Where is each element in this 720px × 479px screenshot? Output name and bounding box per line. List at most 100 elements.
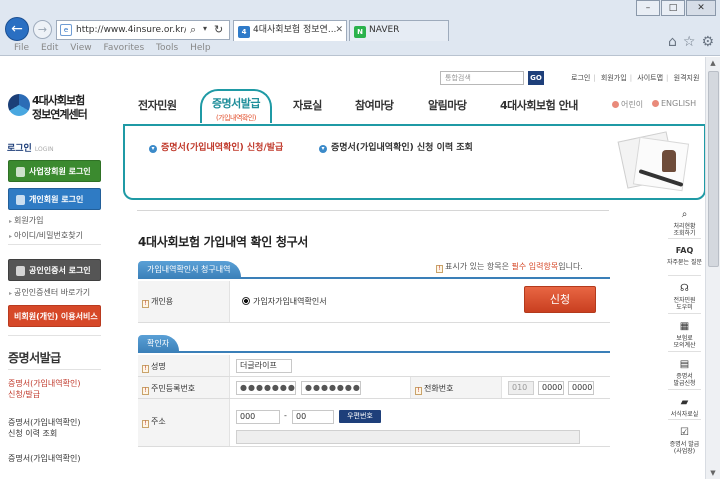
document-icon: ▤ — [679, 359, 690, 370]
address-row: ! 주소 000 - 00 — [138, 399, 610, 447]
phone-field-3[interactable]: 0000 — [568, 381, 594, 395]
tab-close-icon[interactable]: ✕ — [335, 21, 343, 40]
quick-helper[interactable]: ☊ 전자민원 도우미 — [664, 283, 705, 311]
refresh-icon[interactable]: ↻ — [214, 23, 223, 36]
address-bar[interactable]: e http://www.4insure.or.kr/ins4/ ⌕ ▾ ↻ — [56, 20, 230, 40]
section-claim-label: 가입내역확인서 청구내역 — [138, 261, 241, 279]
zip-field-1[interactable]: 000 — [236, 410, 280, 424]
calculator-icon: ▦ — [679, 321, 690, 332]
chevron-down-icon[interactable]: ▾ — [203, 24, 207, 33]
business-login-button[interactable]: 사업장회원 로그인 — [8, 160, 101, 182]
address-field[interactable] — [236, 430, 580, 444]
menu-favorites[interactable]: Favorites — [103, 41, 144, 55]
search-go-button[interactable]: GO — [528, 71, 544, 85]
name-field[interactable]: 더글라이프 — [236, 359, 292, 373]
radio-selected-icon — [242, 297, 250, 305]
nav-library[interactable]: 자료실 — [293, 97, 322, 113]
menu-edit[interactable]: Edit — [41, 41, 58, 55]
rrn-back-field[interactable]: ●●●●●●● — [301, 381, 361, 395]
login-heading: 로그인 LOGIN — [7, 144, 54, 154]
tab-title: 4대사회보험 정보연... — [253, 25, 337, 35]
tab-title: NAVER — [369, 25, 400, 35]
site-search-input[interactable]: 통합검색 — [440, 71, 524, 85]
submenu-history[interactable]: ▾ 증명서(가입내역확인) 신청 이력 조회 — [319, 140, 473, 153]
back-arrow-icon[interactable]: ← — [5, 17, 29, 41]
nav-notice[interactable]: 알림마당 — [428, 97, 467, 113]
scroll-up-icon[interactable]: ▲ — [706, 57, 720, 69]
quick-certificate[interactable]: ▤ 증명서 발급신청 — [664, 359, 705, 387]
util-login-link[interactable]: 로그인 — [571, 74, 590, 82]
menu-file[interactable]: File — [14, 41, 29, 55]
section-title: 증명서발급 — [8, 351, 61, 365]
web-page: 4대사회보험 정보연계센터 통합검색 GO 로그인 | 회원가입 | 사이트맵 | 원… — [0, 57, 705, 479]
sidebar-item-more[interactable]: 증명서(가입내역확인) — [8, 453, 80, 464]
browser-chrome: – □ ✕ ← → e http://www.4insure.or.kr/ins… — [0, 0, 720, 56]
maximize-icon[interactable]: □ — [661, 0, 685, 16]
util-remote-support-link[interactable]: 원격지원 — [674, 74, 700, 82]
navigation-row: ← → e http://www.4insure.or.kr/ins4/ ⌕ ▾… — [0, 15, 720, 50]
quick-faq[interactable]: FAQ 자주묻는 질문 — [664, 245, 705, 266]
nav-participation[interactable]: 참여마당 — [355, 97, 394, 113]
url-text[interactable]: http://www.4insure.or.kr/ins4/ — [76, 25, 186, 35]
headset-icon: ☊ — [680, 283, 689, 294]
zip-field-2[interactable]: 00 — [292, 410, 334, 424]
menu-help[interactable]: Help — [190, 41, 211, 55]
certificate-icon: ☑ — [680, 427, 689, 438]
kids-link[interactable]: 어린이 — [612, 99, 643, 110]
nav-certificate[interactable]: 증명서발급 (가입내역확인) — [200, 89, 272, 123]
search-icon[interactable]: ⌕ — [190, 23, 196, 37]
name-label: ! 성명 — [138, 355, 230, 376]
scroll-thumb[interactable] — [708, 71, 719, 267]
browser-tab-active[interactable]: 4 4대사회보험 정보연... ✕ — [233, 20, 347, 41]
quick-calculator[interactable]: ▦ 보험료 모의계산 — [664, 321, 705, 349]
main-navigation: 전자민원 증명서발급 (가입내역확인) 자료실 참여마당 알림마당 4대사회보험… — [0, 87, 705, 123]
address-label: ! 주소 — [138, 399, 230, 446]
join-link[interactable]: 회원가입 — [9, 215, 43, 226]
menu-tools[interactable]: Tools — [156, 41, 178, 55]
section-confirmer-label: 확인자 — [138, 335, 180, 353]
required-mark-icon: ! — [142, 387, 149, 395]
stamp-icon — [662, 150, 676, 172]
submenu-issue[interactable]: ▾ 증명서(가입내역확인) 신청/발급 — [149, 140, 283, 153]
scroll-down-icon[interactable]: ▼ — [706, 467, 720, 479]
find-id-link[interactable]: 아이디/비밀번호찾기 — [9, 230, 83, 241]
forward-arrow-icon[interactable]: → — [33, 20, 52, 39]
phone-field-2[interactable]: 0000 — [538, 381, 564, 395]
people-icon — [16, 195, 25, 205]
rrn-front-field[interactable]: ●●●●●●● — [236, 381, 296, 395]
purpose-radio[interactable]: 가입자가입내역확인서 — [242, 296, 327, 307]
site-favicon-icon: 4 — [238, 26, 250, 38]
required-note: ! 표시가 있는 항목은 필수 입력항목입니다. — [436, 261, 583, 273]
quick-biz-certificate[interactable]: ☑ 증명서 발급 (사업장) — [664, 427, 705, 455]
faq-icon: FAQ — [675, 246, 694, 255]
nav-certificate-sub: (가입내역확인) — [215, 114, 257, 122]
nav-insurance-guide[interactable]: 4대사회보험 안내 — [500, 97, 578, 113]
util-join-link[interactable]: 회원가입 — [601, 74, 627, 82]
english-link[interactable]: ENGLISH — [652, 99, 696, 108]
browser-tab-naver[interactable]: N NAVER — [349, 20, 449, 41]
required-mark-icon: ! — [142, 420, 149, 428]
vertical-scrollbar[interactable]: ▲ ▼ — [705, 57, 720, 479]
close-icon[interactable]: ✕ — [686, 0, 716, 16]
name-row: ! 성명 더글라이프 — [138, 355, 610, 377]
nonmember-service-button[interactable]: 비회원(개인) 이용서비스 — [8, 305, 101, 327]
phone-field-1[interactable]: 010 — [508, 381, 534, 395]
page-title: 4대사회보험 가입내역 확인 청구서 — [138, 235, 309, 249]
sidebar-item-history[interactable]: 증명서(가입내역확인) 신청 이력 조회 — [8, 417, 80, 439]
chevron-down-icon: ▾ — [319, 145, 327, 153]
nav-e-civil[interactable]: 전자민원 — [138, 97, 177, 113]
quick-status[interactable]: ⌕ 처리현황 조회하기 — [664, 209, 705, 237]
lock-icon — [16, 266, 25, 276]
menu-view[interactable]: View — [70, 41, 91, 55]
personal-login-button[interactable]: 개인회원 로그인 — [8, 188, 101, 210]
folder-icon: ▰ — [680, 397, 689, 408]
quick-forms[interactable]: ▰ 서식자료실 — [664, 397, 705, 418]
minimize-icon[interactable]: – — [636, 0, 660, 16]
purpose-label: ! 개인용 — [138, 281, 230, 322]
sidebar-item-issue[interactable]: 증명서(가입내역확인) 신청/발급 — [8, 378, 80, 400]
cert-login-button[interactable]: 공인인증서 로그인 — [8, 259, 101, 281]
zip-search-button[interactable]: 우편번호 — [339, 410, 381, 423]
cert-center-link[interactable]: 공인인증센터 바로가기 — [9, 287, 90, 298]
apply-button[interactable]: 신청 — [524, 286, 596, 313]
util-sitemap-link[interactable]: 사이트맵 — [637, 74, 663, 82]
